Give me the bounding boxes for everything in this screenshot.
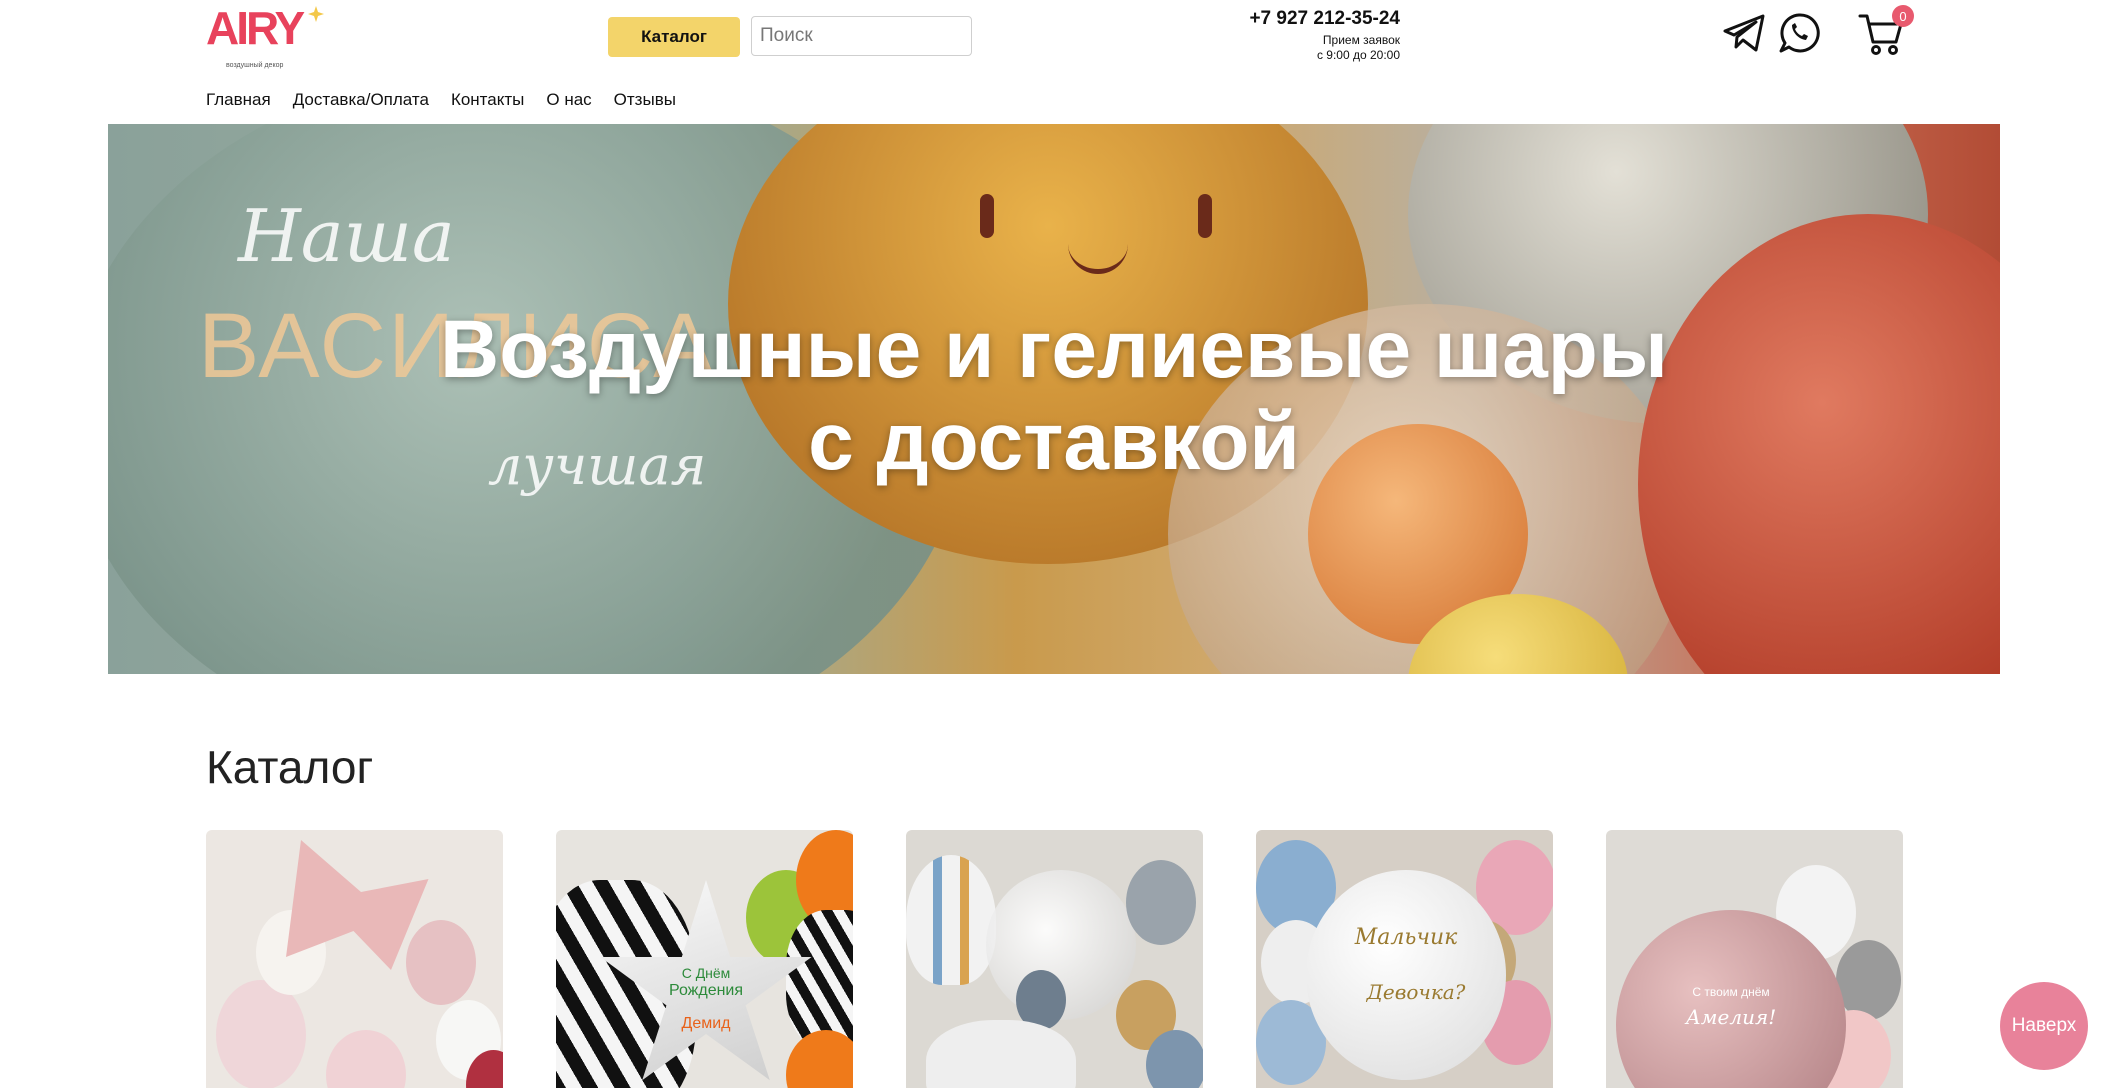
airy-logo[interactable]: AIRY воздушный декор: [206, 6, 326, 70]
card-big-balloon-text-1: С твоим днём: [1692, 985, 1770, 999]
catalog-button[interactable]: Каталог: [608, 17, 740, 57]
card-big-balloon-text-1: Мальчик: [1354, 925, 1458, 950]
card-big-balloon-text-2: Амелия!: [1685, 1005, 1777, 1029]
catalog-title: Каталог: [206, 741, 374, 793]
phone-link[interactable]: +7 927 212-35-24: [1180, 8, 1400, 30]
hero-balloon-text-1: Наша: [238, 194, 455, 278]
card-elephant-balloon: [926, 1020, 1076, 1088]
main-nav: Главная Доставка/Оплата Контакты О нас О…: [206, 90, 676, 110]
catalog-card-3[interactable]: [906, 830, 1203, 1088]
nav-item-contacts[interactable]: Контакты: [451, 90, 524, 110]
search-input[interactable]: [751, 16, 972, 56]
sparkle-icon: [308, 6, 324, 22]
scroll-to-top-button[interactable]: Наверх: [2000, 982, 2088, 1070]
card-balloon-blush: [326, 1030, 406, 1088]
working-hours: Прием заявок с 9:00 до 20:00: [1180, 33, 1400, 63]
logo-wordmark: AIRY: [206, 6, 305, 54]
cart-count-badge: 0: [1892, 5, 1914, 27]
nav-item-reviews[interactable]: Отзывы: [614, 90, 676, 110]
card-balloon-grey: [1126, 860, 1196, 945]
card-balloon-blue: [1146, 1030, 1203, 1088]
hero-title: Воздушные и гелиевые шары с доставкой: [440, 304, 1668, 487]
card-big-balloon-text-2: Девочка?: [1366, 980, 1466, 1004]
whatsapp-icon[interactable]: [1778, 12, 1820, 54]
catalog-card-1[interactable]: [206, 830, 503, 1088]
card-star-text-2: Рождения: [668, 982, 744, 999]
card-hot-air-balloon: [906, 855, 996, 985]
card-star-text-3: Демид: [681, 1015, 731, 1032]
card-balloon-grey: [1836, 940, 1901, 1020]
catalog-card-4[interactable]: Мальчик Девочка?: [1256, 830, 1553, 1088]
hours-line-1: Прием заявок: [1322, 33, 1400, 47]
card-star-text-1: С Днём: [681, 965, 731, 981]
telegram-icon[interactable]: [1722, 13, 1766, 53]
nav-item-home[interactable]: Главная: [206, 90, 271, 110]
card-zebra-balloon-2: [786, 910, 853, 1050]
catalog-card-2[interactable]: С Днём Рождения Демид: [556, 830, 853, 1088]
nav-item-about[interactable]: О нас: [546, 90, 591, 110]
card-balloon-orange-2: [786, 1030, 853, 1088]
logo-tagline: воздушный декор: [226, 61, 283, 69]
catalog-card-5[interactable]: С твоим днём Амелия!: [1606, 830, 1903, 1088]
nav-item-delivery[interactable]: Доставка/Оплата: [293, 90, 429, 110]
card-big-balloon: [1306, 870, 1506, 1080]
card-balloon-rose: [406, 920, 476, 1005]
hero-balloon-face: [968, 184, 1268, 304]
hero-banner: Наша ВАСИЛИСА лучшая Воздушные и гелиевы…: [108, 124, 2000, 674]
hours-line-2: с 9:00 до 20:00: [1316, 48, 1400, 62]
card-balloon-pink: [216, 980, 306, 1088]
